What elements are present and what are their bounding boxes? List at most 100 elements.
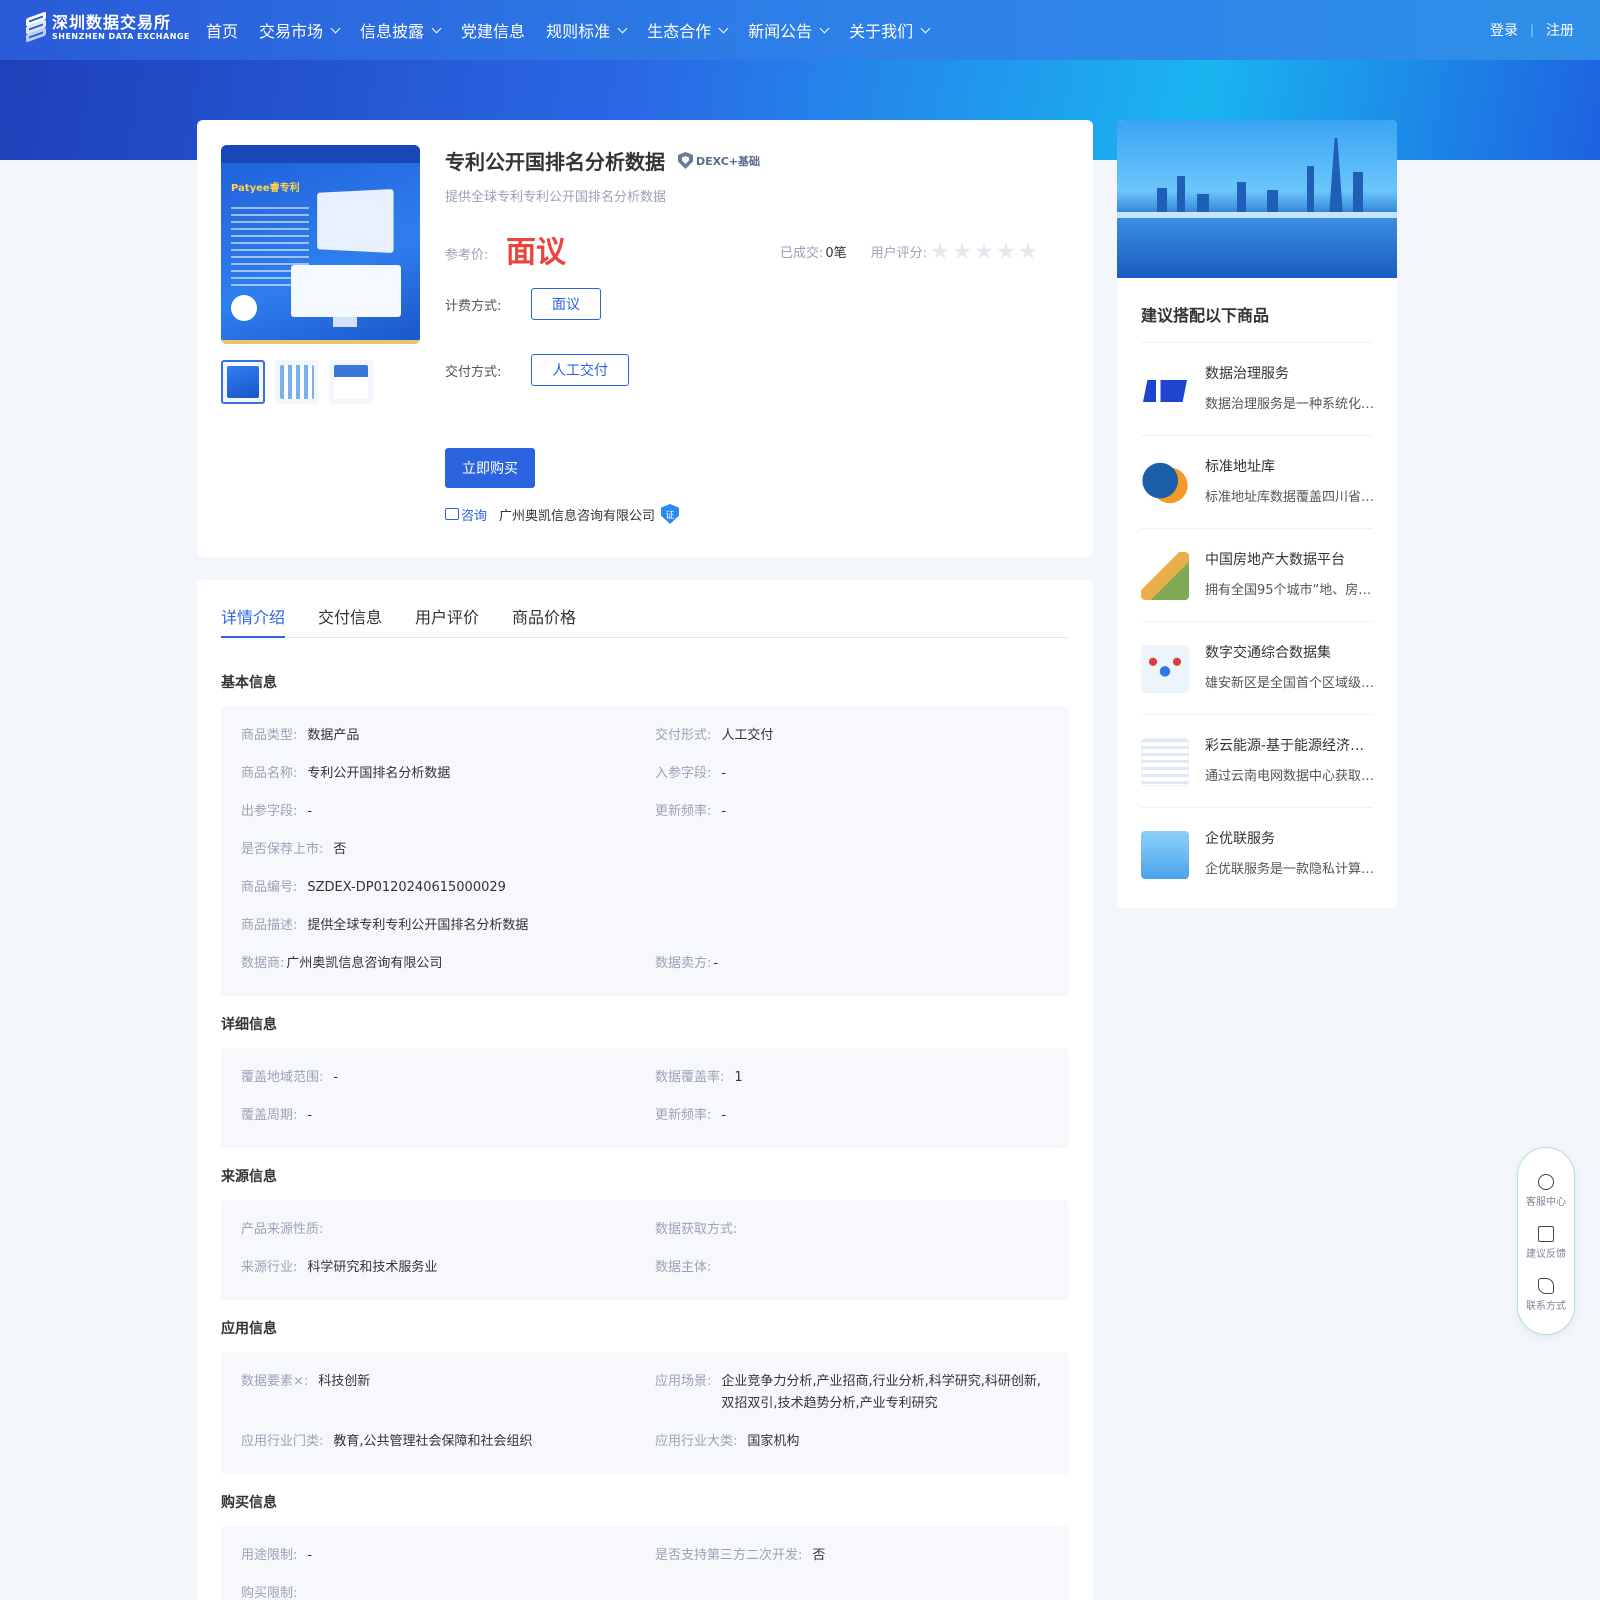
logo[interactable]: 深圳数据交易所 SHENZHEN DATA EXCHANGE — [24, 11, 190, 43]
customer-service-button[interactable]: 客服中心 — [1518, 1174, 1574, 1208]
shield-icon — [678, 152, 693, 169]
field-output-fields: 出参字段: - — [241, 804, 313, 819]
list-item[interactable]: 数字交通综合数据集 雄安新区是全国首个区域级数字交通数据集 — [1141, 621, 1375, 714]
certified-icon: 证 — [661, 504, 680, 524]
application-info-box: 数据要素×: 科技创新 应用场景: 企业竞争力分析,产业招商,行业分析,科学研究,科… — [221, 1352, 1069, 1474]
consult-link[interactable]: 咨询 — [461, 505, 487, 524]
tab-delivery[interactable]: 交付信息 — [318, 580, 382, 637]
star-icon — [1019, 242, 1037, 259]
chevron-down-icon — [330, 23, 341, 33]
rating-label: 用户评分: — [870, 246, 928, 261]
logo-icon — [24, 11, 48, 43]
field-coverage-rate: 数据覆盖率: 1 — [655, 1070, 743, 1085]
list-item[interactable]: 中国房地产大数据平台 拥有全国95个城市“地、房、人”数据 — [1141, 528, 1375, 621]
thumbnail-1[interactable] — [221, 360, 265, 404]
star-icon — [975, 242, 993, 259]
chevron-down-icon — [718, 23, 729, 33]
list-item[interactable]: 企优联服务 企优联服务是一款隐私计算数据服务产品 — [1141, 807, 1375, 900]
field-industry-door: 应用行业门类: 教育,公共管理社会保障和社会组织 — [241, 1434, 533, 1449]
phone-icon — [1538, 1278, 1554, 1294]
product-subtitle: 提供全球专利专利公开国排名分析数据 — [445, 190, 667, 205]
list-item[interactable]: 数据治理服务 数据治理服务是一种系统化的数据管理服务 — [1141, 342, 1375, 435]
product-title: 专利公开国排名分析数据 — [445, 150, 665, 174]
address-library-logo-icon — [1141, 459, 1189, 507]
rating-stars — [931, 242, 1041, 261]
nav-item-news[interactable]: 新闻公告 — [748, 18, 830, 42]
list-item[interactable]: 彩云能源-基于能源经济的数据产品 通过云南电网数据中心获取的能源数据 — [1141, 714, 1375, 807]
field-purchase-limit: 购买限制: — [241, 1586, 298, 1600]
source-info-box: 产品来源性质: 数据获取方式: 来源行业: 科学研究和技术服务业 数据主体: — [221, 1200, 1069, 1300]
contact-button[interactable]: 联系方式 — [1518, 1278, 1574, 1312]
price-label: 参考价: — [445, 248, 489, 263]
deals-value: 0笔 — [825, 246, 847, 261]
tab-details[interactable]: 详情介绍 — [221, 580, 286, 638]
purchase-info-box: 用途限制: - 是否支持第三方二次开发: 否 购买限制: — [221, 1526, 1069, 1600]
field-update-frequency-2: 更新频率: - — [655, 1108, 727, 1123]
headset-icon — [1538, 1174, 1554, 1190]
company-name[interactable]: 广州奥凯信息咨询有限公司 — [499, 505, 655, 524]
section-title-purchase: 购买信息 — [221, 1495, 277, 1511]
chevron-down-icon — [819, 23, 830, 33]
thumbnail-3[interactable] — [329, 360, 373, 404]
recommend-sidebar: 建议搭配以下商品 数据治理服务 数据治理服务是一种系统化的数据管理服务 标准地址… — [1117, 120, 1397, 908]
floating-service-bar: 客服中心 建议反馈 联系方式 — [1518, 1148, 1574, 1334]
section-title-detail: 详细信息 — [221, 1017, 277, 1033]
billing-label: 计费方式: — [445, 299, 502, 314]
login-link[interactable]: 登录 — [1490, 20, 1518, 40]
nav-item-ecosystem[interactable]: 生态合作 — [647, 18, 729, 42]
recommend-list: 数据治理服务 数据治理服务是一种系统化的数据管理服务 标准地址库 标准地址库数据… — [1141, 342, 1375, 900]
detail-card: 详情介绍 交付信息 用户评价 商品价格 基本信息 商品类型: 数据产品 交付形式:… — [197, 580, 1093, 1600]
qr-code-icon — [231, 295, 257, 321]
field-third-party-dev: 是否支持第三方二次开发: 否 — [655, 1548, 826, 1563]
nav-item-market[interactable]: 交易市场 — [259, 18, 341, 42]
product-card: Patyee睿专利 专利公开国排名分析数据 DEXC+基础 提供全球专利专利公开… — [197, 120, 1093, 557]
product-image-brand: Patyee睿专利 — [231, 183, 300, 194]
chat-icon — [445, 508, 459, 520]
field-product-name: 商品名称: 专利公开国排名分析数据 — [241, 766, 451, 781]
field-description: 商品描述: 提供全球专利专利公开国排名分析数据 — [241, 918, 529, 933]
sidebar-title: 建议搭配以下商品 — [1141, 306, 1270, 325]
logo-text-cn: 深圳数据交易所 — [52, 13, 172, 32]
field-data-subject: 数据主体: — [655, 1260, 712, 1275]
tab-pricing[interactable]: 商品价格 — [512, 580, 576, 637]
nav-item-about[interactable]: 关于我们 — [849, 18, 931, 42]
product-stats: 已成交: 0笔 用户评分: — [780, 242, 1041, 261]
thumbnail-2[interactable] — [275, 360, 319, 404]
product-main-image[interactable]: Patyee睿专利 — [221, 145, 420, 344]
auth-links: 登录 | 注册 — [1490, 20, 1574, 40]
register-link[interactable]: 注册 — [1546, 20, 1574, 40]
qiyoulian-logo-icon — [1141, 831, 1189, 879]
chevron-down-icon — [617, 23, 628, 33]
buy-now-button[interactable]: 立即购买 — [445, 448, 535, 488]
nav-item-rules[interactable]: 规则标准 — [546, 18, 628, 42]
nav-item-disclosure[interactable]: 信息披露 — [360, 18, 442, 42]
nav-item-party[interactable]: 党建信息 — [461, 18, 525, 42]
field-data-seller: 数据卖方: - — [655, 956, 719, 971]
star-icon — [953, 242, 971, 259]
chevron-down-icon — [920, 23, 931, 33]
delivery-option[interactable]: 人工交付 — [531, 354, 629, 386]
logo-text-en: SHENZHEN DATA EXCHANGE — [52, 32, 190, 41]
nav-item-home[interactable]: 首页 — [206, 18, 238, 42]
caiyun-energy-logo-icon — [1141, 738, 1189, 786]
field-delivery-form: 交付形式: 人工交付 — [655, 728, 774, 743]
section-title-source: 来源信息 — [221, 1169, 277, 1185]
feedback-button[interactable]: 建议反馈 — [1518, 1226, 1574, 1260]
detail-tabs: 详情介绍 交付信息 用户评价 商品价格 — [221, 580, 1069, 638]
field-industry-major: 应用行业大类: 国家机构 — [655, 1434, 800, 1449]
field-acquire-method: 数据获取方式: — [655, 1222, 738, 1237]
field-listing-recommend: 是否保荐上市: 否 — [241, 842, 347, 857]
chevron-down-icon — [431, 23, 442, 33]
field-origin-nature: 产品来源性质: — [241, 1222, 324, 1237]
field-input-fields: 入参字段: - — [655, 766, 727, 781]
product-thumbnails — [221, 360, 383, 404]
tab-reviews[interactable]: 用户评价 — [415, 580, 479, 637]
field-coverage-period: 覆盖周期: - — [241, 1108, 313, 1123]
billing-option[interactable]: 面议 — [531, 288, 601, 320]
basic-info-box: 商品类型: 数据产品 交付形式: 人工交付 商品名称: 专利公开国排名分析数据 入参字… — [221, 706, 1069, 996]
field-coverage-area: 覆盖地域范围: - — [241, 1070, 339, 1085]
deals-label: 已成交: — [780, 246, 824, 261]
digital-traffic-logo-icon — [1141, 645, 1189, 693]
list-item[interactable]: 标准地址库 标准地址库数据覆盖四川省全域地址数据 — [1141, 435, 1375, 528]
star-icon — [997, 242, 1015, 259]
